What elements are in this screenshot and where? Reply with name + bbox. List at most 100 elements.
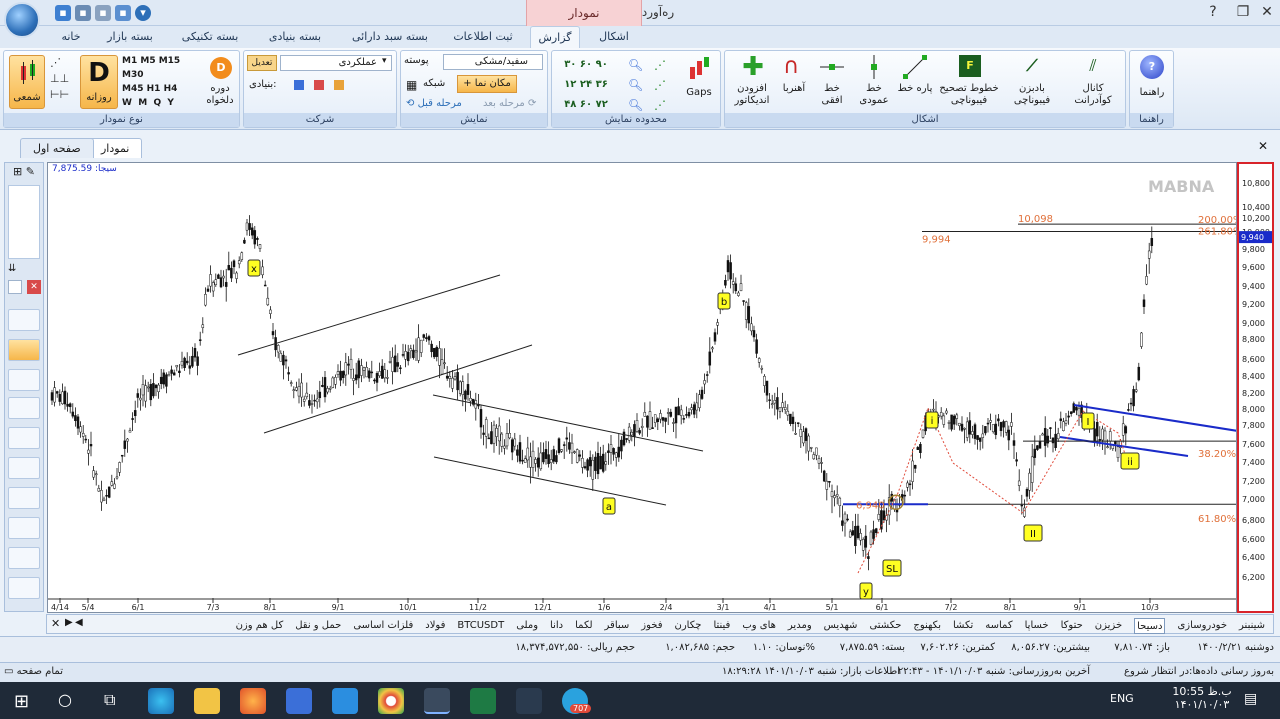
chart-area[interactable]: سیجا: 7,875.59 MABNA 4/14 5/4 6/1 7/3 8/1 9/1…	[47, 162, 1237, 613]
symbol-tab[interactable]: حکشتی	[869, 618, 901, 634]
symbol-tab[interactable]: فینتا	[713, 618, 730, 634]
magnet-button[interactable]: ∩ آهنربا	[777, 55, 811, 113]
symbol-tab[interactable]: کماسه	[985, 618, 1012, 634]
chrome-icon[interactable]	[378, 688, 404, 714]
color-box[interactable]	[8, 280, 22, 294]
symbol-tab[interactable]: های وب	[742, 618, 776, 634]
zoom-icons[interactable]: 🔍︎ 🔍︎ 🔍︎	[628, 55, 643, 115]
tool-heart-icon[interactable]	[8, 547, 40, 569]
tool-indicator-icon[interactable]	[8, 369, 40, 391]
symbol-tab[interactable]: دانا	[550, 618, 563, 634]
store-icon[interactable]	[286, 688, 312, 714]
tool-note-icon[interactable]	[8, 517, 40, 539]
daily-button[interactable]: D روزانه	[80, 55, 118, 109]
excel-icon[interactable]	[470, 688, 496, 714]
symbol-tab[interactable]: سباقر	[605, 618, 630, 634]
settings-icon[interactable]: ▪	[115, 5, 131, 21]
tool-paint-icon[interactable]	[8, 457, 40, 479]
symbol-tab[interactable]: خودروسازی	[1177, 618, 1227, 634]
close-doc-icon[interactable]: ✕	[1258, 139, 1268, 153]
windows-start-icon[interactable]: ⊞	[14, 691, 29, 712]
save-icon[interactable]: ▪	[55, 5, 71, 21]
tool-palette-icon[interactable]	[8, 427, 40, 449]
app-menu-icon[interactable]	[4, 2, 40, 38]
symbol-tab[interactable]: کل هم وزن	[236, 618, 284, 634]
custom-period-button[interactable]: D دوره دلخواه	[204, 55, 236, 109]
rahavard-app-icon[interactable]	[424, 688, 450, 714]
symbol-tab[interactable]: خزیزن	[1095, 618, 1122, 634]
symbol-tab[interactable]: ومدیر	[788, 618, 812, 634]
symbol-tab[interactable]: شینبنر	[1239, 618, 1265, 634]
fund-icon-2[interactable]	[314, 80, 324, 90]
symbol-tab[interactable]: BTCUSDT	[457, 618, 504, 634]
object-list[interactable]	[8, 185, 40, 259]
symbol-tab[interactable]: خساپا	[1025, 618, 1049, 634]
symbol-tab[interactable]: حتوکا	[1061, 618, 1083, 634]
tab-report[interactable]: گزارش	[530, 26, 580, 48]
clock[interactable]: 10:55 ب.ظ ۱۴۰۱/۱۰/۰۳	[1172, 685, 1232, 711]
tab-first-page[interactable]: صفحه اول	[20, 138, 94, 158]
code-icon[interactable]	[516, 688, 542, 714]
tab-portfolio[interactable]: بسته سبد دارائی	[345, 26, 435, 48]
grid-icon[interactable]: ▦	[406, 78, 417, 92]
scroll-right-icon[interactable]: ▶	[65, 617, 73, 628]
add-indicator-button[interactable]: ✚ افزودن اندیکاتور	[729, 54, 775, 113]
print-icon[interactable]: ▪	[75, 5, 91, 21]
candle-button[interactable]: شمعی	[9, 55, 45, 109]
symbol-tab[interactable]: شهدیس	[824, 618, 858, 634]
delete-icon[interactable]: ✕	[27, 280, 41, 294]
pin-icon[interactable]: ⊞ ✎	[8, 165, 40, 183]
help-icon[interactable]: ?	[1200, 2, 1226, 22]
scroll-arrow-icon[interactable]: ⇊	[8, 263, 32, 277]
timeframe-grid[interactable]: M1 M5 M15 M30 M45 H1 H4 W M Q Y	[122, 54, 202, 110]
tool-pencil-icon[interactable]	[8, 339, 40, 361]
chart-style-icons[interactable]: ⋰ ⊥⊥ ⊢⊢	[50, 55, 69, 103]
language-indicator[interactable]: ENG	[1110, 692, 1134, 705]
fib-retracement-button[interactable]: F خطوط تصحیح فیبوناچی	[937, 55, 1001, 113]
tab-shapes[interactable]: اشکال	[592, 26, 636, 48]
price-chart[interactable]: 4/14 5/4 6/1 7/3 8/1 9/1 10/1 11/2 12/1 1/6 2/4 3/1…	[48, 163, 1236, 612]
fund-icon-1[interactable]	[294, 80, 304, 90]
tab-technical[interactable]: بسته تکنیکی	[175, 26, 245, 48]
symbol-tab[interactable]: لکما	[575, 618, 592, 634]
gaps-button[interactable]: Gaps	[682, 55, 716, 105]
tab-chart[interactable]: نمودار	[88, 138, 143, 158]
edge-icon[interactable]	[148, 688, 174, 714]
scroll-left-icon[interactable]: ◀	[75, 617, 83, 628]
preview-icon[interactable]: ▪	[95, 5, 111, 21]
grid-label[interactable]: شبکه	[423, 78, 445, 89]
range-buttons[interactable]: ۳۰ ۶۰ ۹۰ ۱۲ ۲۴ ۳۶ ۴۸ ۶۰ ۷۲	[556, 55, 616, 115]
file-explorer-icon[interactable]	[194, 688, 220, 714]
firefox-icon[interactable]	[240, 688, 266, 714]
search-icon[interactable]: ○	[58, 690, 72, 709]
tab-market[interactable]: بسته بازار	[100, 26, 160, 48]
tool-fib-icon[interactable]	[8, 487, 40, 509]
chart-mini-icons[interactable]: ⋰ ⋰ ⋰	[654, 55, 666, 115]
notifications-icon[interactable]: ▤	[1244, 691, 1257, 707]
help-button[interactable]: ? راهنما	[1132, 55, 1172, 113]
channel-button[interactable]: ⫽ کانال کوآدرانت	[1065, 55, 1121, 113]
close-button[interactable]: ✕	[1254, 2, 1280, 22]
tool-export-icon[interactable]	[8, 577, 40, 599]
close-symbols-icon[interactable]: ✕	[51, 617, 60, 630]
symbol-tab[interactable]: چکارن	[675, 618, 702, 634]
tool-cursor-icon[interactable]	[8, 309, 40, 331]
symbol-tab[interactable]: وملی	[516, 618, 538, 634]
symbol-tab[interactable]: فخوز	[641, 618, 662, 634]
fund-icon-3[interactable]	[334, 80, 344, 90]
fullscreen-button[interactable]: ▭ تمام صفحه	[4, 666, 63, 677]
symbol-tab[interactable]: دسیحا	[1134, 618, 1166, 634]
skin-dropdown[interactable]: سفید/مشکی	[443, 54, 543, 70]
task-view-icon[interactable]: ⧉	[104, 690, 115, 710]
dropdown-icon[interactable]: ▾	[135, 5, 151, 21]
fib-fan-button[interactable]: ⟋ بادبزن فیبوناچی	[1005, 55, 1059, 113]
symbol-tab[interactable]: فولاد	[425, 618, 445, 634]
symbol-tab[interactable]: تکشا	[953, 618, 973, 634]
prev-step-button[interactable]: ⟲ مرحله قبل	[406, 98, 462, 109]
next-step-button[interactable]: مرحله بعد ⟳	[483, 98, 536, 109]
vline-button[interactable]: خط عمودی	[857, 55, 891, 113]
cursor-button[interactable]: + مکان نما	[457, 75, 517, 93]
symbol-tab[interactable]: فلزات اساسی	[353, 618, 413, 634]
restore-button[interactable]: ❐	[1230, 2, 1256, 22]
tab-fundamental[interactable]: بسته بنیادی	[260, 26, 330, 48]
